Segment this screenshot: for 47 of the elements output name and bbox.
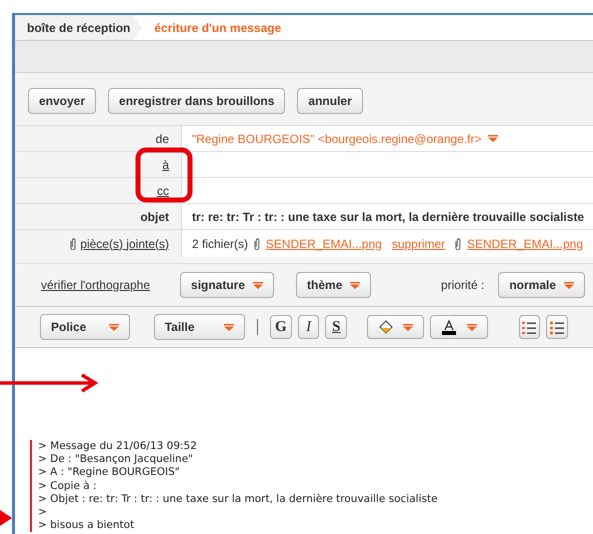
quoted-message: > Message du 21/06/13 09:52 > De : "Besançon Jacqueline" > A : "Regine BOURGEOIS" > Copie à : > Objet : re: tr: Tr : tr: : une taxe sur la mort, la dernière trouvaille socialiste > > bisous a bientot [30, 440, 438, 532]
paint-bucket-icon [378, 319, 394, 335]
numbered-list-icon [522, 320, 536, 335]
format-button[interactable]: G [270, 315, 292, 339]
caret-icon [109, 324, 120, 330]
annotation-box [135, 147, 193, 203]
caret-icon [403, 324, 414, 330]
size-dropdown[interactable]: Taille [154, 314, 246, 340]
message-editor[interactable]: > Message du 21/06/13 09:52 > De : "Besançon Jacqueline" > A : "Regine BOURGEOIS" > Copie à : > Objet : re: tr: Tr : tr: : une taxe sur la mort, la dernière trouvaille socialiste > > bisous a bientot [15, 348, 593, 534]
recipient-field[interactable] [182, 152, 593, 177]
text-color-icon [441, 319, 458, 335]
tab[interactable]: boîte de réception [15, 15, 142, 40]
dropdown-button[interactable]: signature [180, 272, 274, 298]
priority-dropdown[interactable]: normale [498, 272, 585, 298]
action-button[interactable]: enregistrer dans brouillons [108, 88, 286, 114]
sender-address: "Regine BOURGEOIS" <bourgeois.regine@orange.fr> [192, 130, 482, 148]
field-label: objet [140, 208, 169, 226]
recipient-link[interactable]: cc [157, 182, 169, 200]
recipient-link[interactable]: à [162, 156, 169, 174]
caret-icon [488, 135, 498, 142]
paperclip-icon [70, 238, 76, 250]
format-button[interactable]: I [298, 315, 320, 339]
priority-label: priorité : [440, 277, 484, 294]
action-button[interactable]: envoyer [28, 88, 96, 114]
caret-icon [350, 282, 360, 288]
attachments-link[interactable]: pièce(s) jointe(s) [80, 234, 169, 252]
bullet-list-button[interactable] [546, 315, 568, 339]
field-label: de [156, 130, 169, 148]
numbered-list-button[interactable] [518, 315, 540, 339]
arrow-head [0, 510, 12, 526]
spellcheck-link[interactable]: vérifier l'orthographe [41, 276, 150, 294]
format-button[interactable]: S [325, 315, 348, 339]
bullet-list-icon [550, 320, 564, 335]
caret-icon [466, 324, 477, 330]
caret-icon [224, 324, 234, 330]
recipient-field[interactable] [182, 178, 593, 203]
caret-icon [253, 282, 264, 288]
file-count: 2 fichier(s) [192, 236, 248, 252]
paperclip-icon [254, 238, 260, 250]
font-dropdown[interactable]: Police [40, 314, 130, 340]
action-button[interactable]: annuler [297, 88, 363, 114]
dropdown-button[interactable]: thème [296, 272, 372, 298]
paperclip-icon [455, 238, 461, 250]
text-color-button[interactable] [430, 315, 488, 339]
subject-text: tr: re: tr: Tr : tr: : une taxe sur la mort, la dernière trouvaille socialiste [192, 208, 584, 226]
highlight-color-button[interactable] [366, 315, 424, 339]
caret-icon [564, 282, 574, 288]
